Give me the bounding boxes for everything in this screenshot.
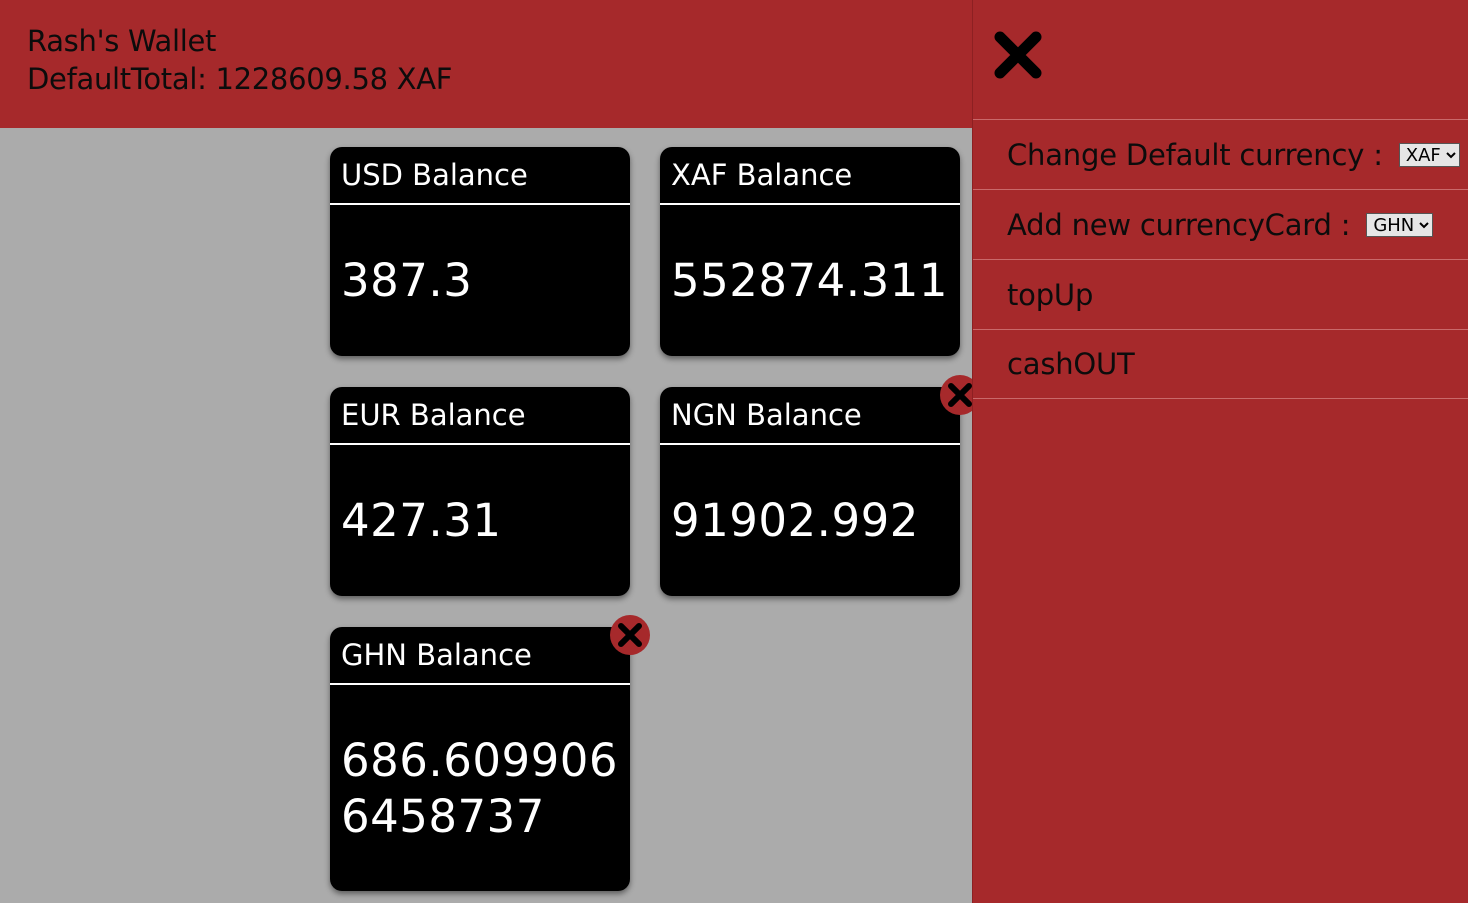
currency-card-usd[interactable]: USD Balance 387.3 bbox=[330, 147, 630, 356]
wallet-header: Rash's Wallet DefaultTotal: 1228609.58 X… bbox=[0, 0, 972, 128]
menu-item-topup[interactable]: topUp bbox=[973, 259, 1468, 329]
menu-item-change-default: Change Default currency : XAF bbox=[973, 119, 1468, 189]
close-menu-button[interactable] bbox=[993, 30, 1043, 80]
menu-item-cashout[interactable]: cashOUT bbox=[973, 329, 1468, 399]
wallet-name: Rash's Wallet bbox=[27, 24, 217, 58]
close-icon bbox=[618, 623, 642, 647]
close-icon bbox=[948, 383, 972, 407]
card-balance: 91902.992 bbox=[671, 494, 919, 547]
side-menu: Change Default currency : XAF Add new cu… bbox=[973, 119, 1468, 399]
change-default-label: Change Default currency : bbox=[1007, 137, 1383, 172]
menu-item-add-card: Add new currencyCard : GHN bbox=[973, 189, 1468, 259]
currency-card-ghn[interactable]: GHN Balance 686.6099066458737 bbox=[330, 615, 650, 891]
card-title: USD Balance bbox=[330, 147, 630, 205]
card-balance: 686.6099066458737 bbox=[341, 734, 618, 843]
add-card-label: Add new currencyCard : bbox=[1007, 207, 1351, 242]
card-balance: 387.3 bbox=[341, 254, 473, 307]
currency-card-ngn[interactable]: NGN Balance 91902.992 bbox=[660, 375, 980, 596]
card-balance: 427.31 bbox=[341, 494, 502, 547]
card-title: GHN Balance bbox=[330, 627, 630, 685]
default-currency-select[interactable]: XAF bbox=[1398, 142, 1460, 167]
card-title: NGN Balance bbox=[660, 387, 960, 445]
close-x-icon bbox=[994, 31, 1042, 79]
add-currency-select[interactable]: GHN bbox=[1366, 212, 1434, 237]
card-balance: 552874.311 bbox=[671, 254, 948, 307]
card-title: EUR Balance bbox=[330, 387, 630, 445]
remove-card-button[interactable] bbox=[610, 615, 650, 655]
side-menu-panel: Change Default currency : XAF Add new cu… bbox=[972, 0, 1468, 903]
default-total: DefaultTotal: 1228609.58 XAF bbox=[27, 62, 453, 96]
currency-card-eur[interactable]: EUR Balance 427.31 bbox=[330, 387, 630, 596]
currency-card-xaf[interactable]: XAF Balance 552874.311 bbox=[660, 147, 960, 356]
card-title: XAF Balance bbox=[660, 147, 960, 205]
